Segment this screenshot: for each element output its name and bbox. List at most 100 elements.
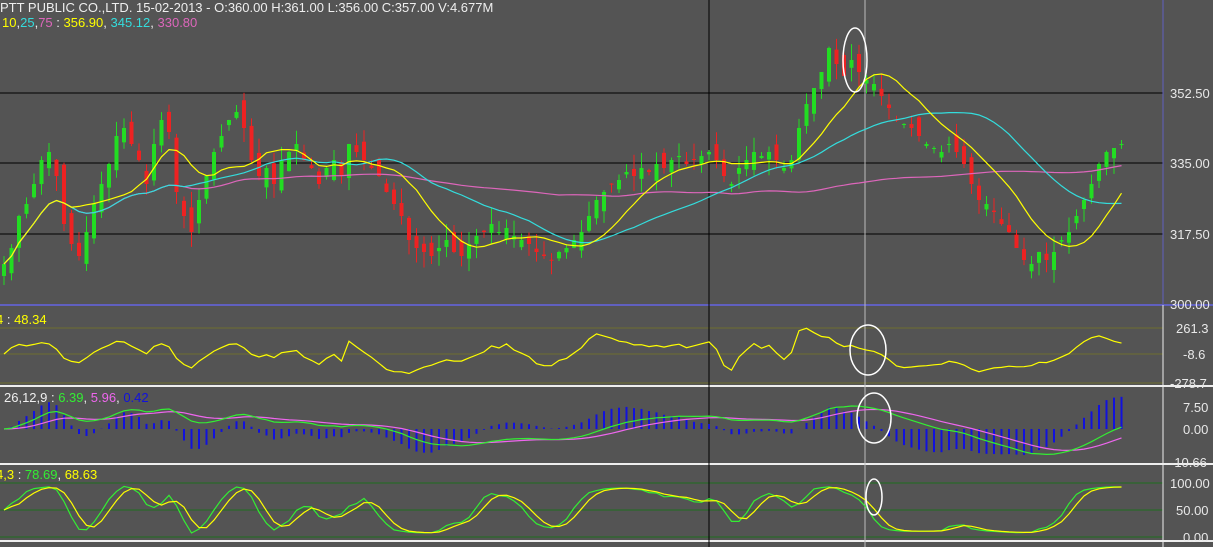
candle-up: [819, 72, 824, 89]
candle-up: [332, 160, 336, 180]
candle-down: [969, 157, 974, 184]
candle-up: [1082, 200, 1086, 210]
candle-up: [159, 120, 164, 146]
candle-up: [639, 168, 644, 179]
candle-up: [557, 252, 561, 259]
candle-up: [1119, 144, 1124, 146]
candle-up: [504, 228, 509, 240]
candle-up: [47, 152, 51, 169]
candle-up: [204, 176, 209, 199]
candle-down: [392, 189, 396, 204]
candle-up: [1097, 164, 1101, 181]
candle-up: [92, 204, 96, 239]
candle-down: [369, 165, 374, 168]
osc-tick: 261.3: [1176, 321, 1209, 336]
ma-value-25: 345.12: [110, 15, 151, 30]
candle-up: [1059, 240, 1064, 242]
candle-up: [1112, 148, 1116, 159]
candle-up: [797, 128, 801, 160]
macd-line: [3, 405, 1122, 456]
candle-down: [362, 141, 366, 160]
candle-up: [24, 204, 29, 214]
candle-up: [564, 248, 569, 253]
candle-up: [602, 192, 606, 212]
stoch-tick: 50.00: [1176, 503, 1209, 518]
price-tick: 335.00: [1170, 156, 1210, 171]
candle-down: [174, 137, 179, 192]
candle-up: [849, 60, 854, 68]
ma-legend: 10,25,75 : 356.90, 345.12, 330.80: [2, 15, 198, 30]
candle-down: [714, 144, 719, 160]
price-tick: 300.00: [1170, 297, 1210, 312]
candle-down: [249, 125, 254, 160]
macd-histogram-value: 0.42: [123, 390, 149, 405]
stoch-k-value: 78.69: [24, 467, 58, 482]
candle-up: [707, 152, 711, 155]
candle-up: [489, 224, 494, 233]
candle-up: [932, 148, 936, 149]
candle-up: [152, 144, 156, 181]
candle-up: [32, 184, 36, 198]
candle-down: [692, 158, 696, 160]
candle-up: [9, 248, 14, 274]
candle-down: [309, 165, 314, 168]
candle-up: [122, 128, 126, 143]
candle-down: [182, 200, 186, 216]
chart-title: PTT PUBLIC CO.,LTD. 15-02-2013 - O:360.0…: [0, 0, 494, 15]
candle-up: [114, 136, 119, 171]
candle-down: [1007, 225, 1011, 232]
candle-down: [384, 183, 389, 192]
candle-down: [834, 49, 839, 64]
ma-75-line: [3, 165, 1122, 265]
candle-up: [264, 168, 269, 188]
candle-up: [587, 216, 591, 231]
osc-line: [3, 327, 1122, 375]
candle-up: [594, 200, 599, 219]
candle-down: [632, 168, 636, 176]
candle-up: [1029, 264, 1034, 272]
candle-down: [272, 163, 276, 184]
candle-up: [767, 152, 771, 160]
candle-up: [752, 152, 756, 170]
ma-value-10: 356.90: [63, 15, 104, 30]
osc-tick: -278.7: [1170, 376, 1207, 391]
candle-down: [69, 213, 74, 244]
candle-up: [39, 160, 44, 185]
candle-up: [497, 232, 501, 233]
candle-up: [984, 204, 989, 210]
stock-chart[interactable]: [0, 0, 1213, 547]
ma-period-75: 75: [38, 15, 53, 30]
candle-down: [137, 150, 141, 160]
candle-up: [1104, 152, 1109, 167]
candle-down: [684, 161, 689, 164]
candle-up: [827, 48, 831, 82]
candle-down: [407, 217, 411, 240]
stoch-legend: 4,3 : 78.69, 68.63: [0, 467, 97, 482]
ma-period-10: 10: [2, 15, 17, 30]
candle-down: [422, 243, 426, 252]
price-tick: 352.50: [1170, 86, 1210, 101]
candle-up: [107, 164, 111, 188]
candle-up: [444, 240, 449, 247]
candle-up: [947, 144, 951, 145]
candle-up: [872, 84, 876, 91]
candle-up: [519, 240, 524, 248]
ma-25-line: [3, 111, 1122, 265]
candle-down: [167, 111, 171, 132]
candle-up: [1052, 252, 1056, 270]
candle-up: [234, 112, 239, 118]
candle-down: [399, 203, 404, 216]
candle-up: [759, 156, 764, 159]
candle-down: [534, 248, 539, 252]
stoch-tick: 100.00: [1170, 476, 1210, 491]
candle-down: [77, 242, 81, 256]
candle-up: [939, 152, 944, 158]
candle-up: [782, 168, 786, 171]
candle-down: [542, 254, 546, 256]
candle-down: [257, 152, 261, 176]
candle-down: [549, 259, 554, 261]
candle-down: [662, 152, 666, 168]
candle-down: [1022, 249, 1026, 260]
candle-down: [377, 158, 381, 176]
candle-down: [609, 183, 614, 185]
